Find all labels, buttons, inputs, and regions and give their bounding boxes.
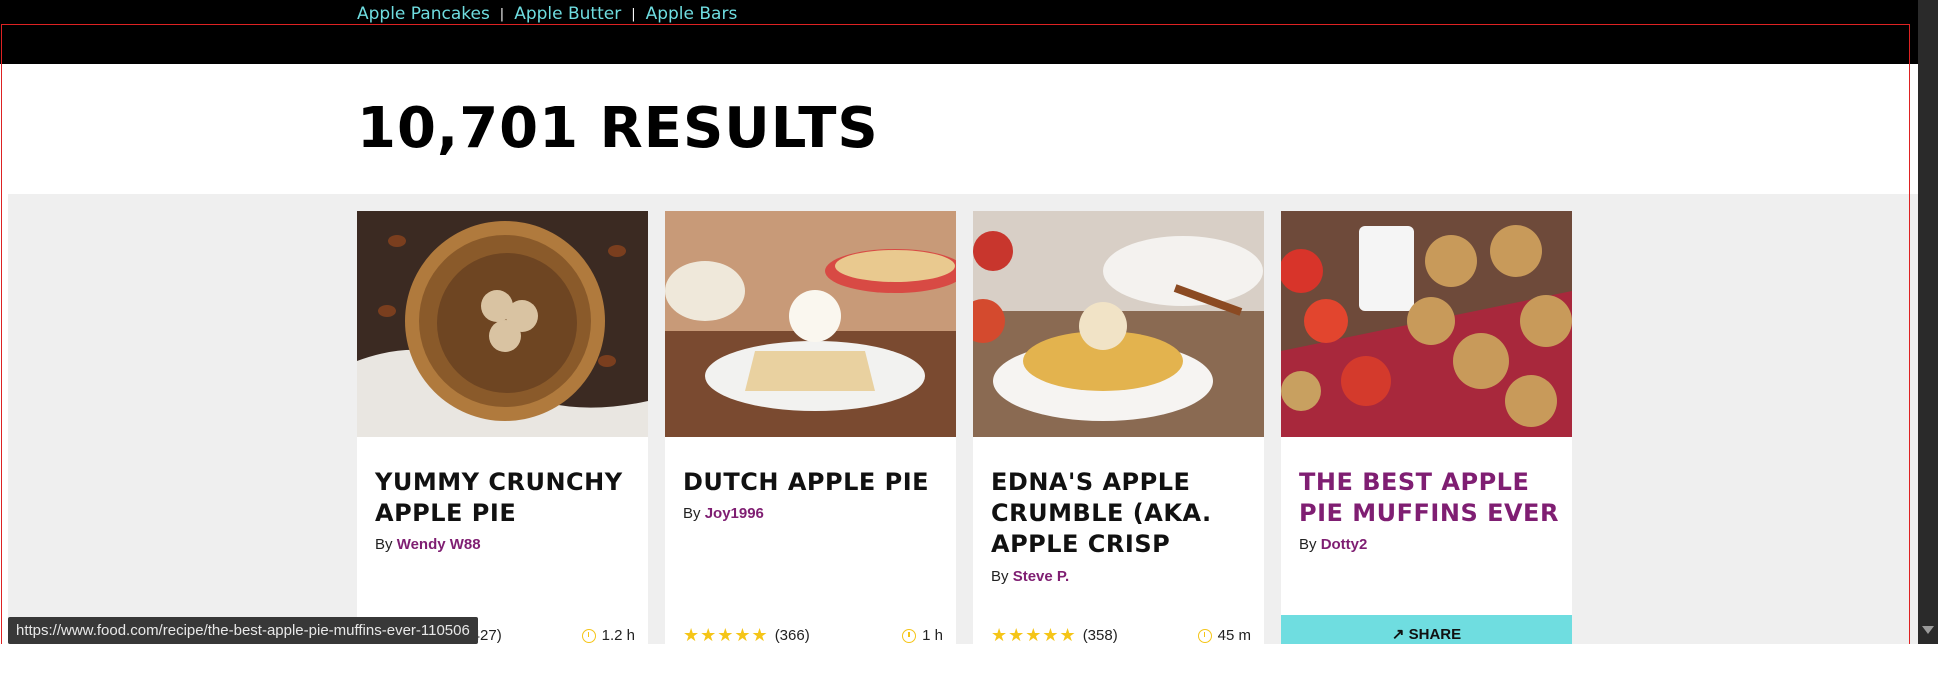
recipe-image[interactable] [973,211,1264,437]
separator: | [631,7,636,22]
author-link[interactable]: Dotty2 [1321,536,1368,553]
cook-time: 1 h [902,627,943,644]
by-label: By [375,536,393,553]
recipe-card[interactable]: YUMMY CRUNCHY APPLE PIE By Wendy W88 ★★★… [357,211,648,644]
bottom-margin [0,644,1938,673]
related-searches: Apple Pancakes | Apple Butter | Apple Ba… [357,4,737,24]
top-nav-bar [0,0,1918,64]
recipe-title[interactable]: DUTCH APPLE PIE [683,467,943,498]
by-label: By [991,568,1009,585]
results-heading: 10,701 RESULTS [357,96,879,161]
separator: | [499,7,505,22]
recipe-byline: By Dotty2 [1299,536,1367,553]
cook-time-value: 45 m [1217,627,1251,644]
recipe-image[interactable] [1281,211,1572,437]
vertical-scrollbar[interactable] [1918,0,1938,644]
rating-stars-icon: ★★★★★ [991,625,1077,644]
results-grid-background [8,194,1918,644]
author-link[interactable]: Wendy W88 [397,536,481,553]
recipe-image[interactable] [665,211,956,437]
related-link-apple-butter[interactable]: Apple Butter [514,4,621,24]
related-link-apple-pancakes[interactable]: Apple Pancakes [357,4,490,24]
by-label: By [683,505,701,522]
author-link[interactable]: Joy1996 [705,505,764,522]
recipe-byline: By Steve P. [991,568,1069,585]
review-count: (366) [774,627,810,644]
cook-time: 45 m [1197,627,1251,644]
cook-time-value: 1 h [922,627,943,644]
recipe-byline: By Joy1996 [683,505,764,522]
review-count: (358) [1082,627,1118,644]
recipe-title[interactable]: EDNA'S APPLE CRUMBLE (AKA. APPLE CRISP [991,467,1251,560]
cook-time-value: 1.2 h [601,627,635,644]
by-label: By [1299,536,1317,553]
recipe-title[interactable]: THE BEST APPLE PIE MUFFINS EVER [1299,467,1559,529]
clock-icon [902,628,917,643]
recipe-byline: By Wendy W88 [375,536,481,553]
recipe-meta: ★★★★★ (366) 1 h [683,625,943,644]
recipe-title[interactable]: YUMMY CRUNCHY APPLE PIE [375,467,635,529]
related-link-apple-bars[interactable]: Apple Bars [646,4,738,24]
recipe-card[interactable]: THE BEST APPLE PIE MUFFINS EVER By Dotty… [1281,211,1572,644]
recipe-meta: ★★★★★ (358) 45 m [991,625,1251,644]
status-bar-url: https://www.food.com/recipe/the-best-app… [8,617,478,644]
author-link[interactable]: Steve P. [1013,568,1069,585]
share-button[interactable]: ↗ SHARE [1281,615,1572,644]
recipe-card[interactable]: DUTCH APPLE PIE By Joy1996 ★★★★★ (366) 1… [665,211,956,644]
cook-time: 1.2 h [581,627,635,644]
rating-stars-icon: ★★★★★ [683,625,769,644]
clock-icon [1197,628,1212,643]
recipe-card[interactable]: EDNA'S APPLE CRUMBLE (AKA. APPLE CRISP B… [973,211,1264,644]
clock-icon [581,628,596,643]
scroll-down-arrow-icon[interactable] [1922,626,1934,634]
recipe-image[interactable] [357,211,648,437]
